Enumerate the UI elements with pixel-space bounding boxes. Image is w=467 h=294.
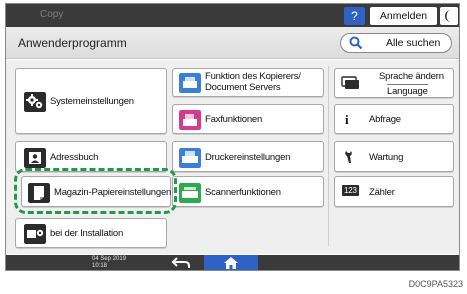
- time-text: 10:18: [92, 263, 108, 269]
- moon-icon: [445, 10, 451, 22]
- printer-icon: [179, 148, 201, 168]
- copier-features-label-line1: Funktion des Kopierers/: [205, 71, 301, 82]
- scanner-icon: [179, 183, 201, 203]
- language-icon: [341, 76, 359, 89]
- copier-features-button[interactable]: Funktion des Kopierers/ Document Servers: [172, 68, 324, 97]
- column-divider: [328, 66, 329, 246]
- tray-paper-settings-button[interactable]: Magazin-Papiereinstellungen: [21, 176, 171, 207]
- tray-paper-settings-label: Magazin-Papiereinstellungen: [54, 187, 172, 198]
- back-arrow-icon: [171, 257, 190, 268]
- paper-tray-icon: [28, 183, 50, 203]
- scanner-features-button[interactable]: Scannerfunktionen: [172, 176, 324, 207]
- app-header: Anwenderprogramm Alle suchen: [6, 27, 459, 59]
- date-text: 04 Sep 2019: [92, 256, 127, 262]
- search-icon: [349, 36, 363, 50]
- language-label-line2: Language: [387, 84, 428, 97]
- main-menu-area: Systemeinstellungen Adressbuch Magazin-P…: [6, 60, 459, 254]
- help-button[interactable]: ?: [344, 7, 365, 25]
- inquiry-label: Abfrage: [369, 114, 401, 125]
- page-title: Anwenderprogramm: [18, 36, 127, 50]
- printer-settings-button[interactable]: Druckereinstellungen: [172, 141, 324, 172]
- date-time-display: 04 Sep 2019 10:18: [92, 256, 126, 270]
- maintenance-button[interactable]: Wartung: [334, 141, 454, 172]
- counter-icon: 123: [342, 185, 359, 196]
- bottom-status-bar: 04 Sep 2019 10:18: [6, 255, 459, 270]
- energy-saver-button[interactable]: [440, 7, 458, 25]
- address-book-icon: [24, 148, 46, 168]
- back-button[interactable]: [170, 256, 192, 270]
- fax-icon: [179, 110, 201, 130]
- inquiry-button[interactable]: i Abfrage: [334, 104, 454, 134]
- home-icon: [224, 257, 238, 269]
- search-all-button[interactable]: Alle suchen: [340, 33, 452, 53]
- mode-label: Copy: [40, 9, 64, 20]
- fax-features-button[interactable]: Faxfunktionen: [172, 104, 324, 134]
- counter-label: Zähler: [369, 187, 395, 198]
- top-status-bar: Copy ? Anmelden: [6, 4, 459, 27]
- counter-button[interactable]: 123 Zähler: [334, 176, 454, 207]
- system-settings-label: Systemeinstellungen: [50, 96, 134, 107]
- system-settings-button[interactable]: Systemeinstellungen: [15, 68, 167, 134]
- wrench-icon: [345, 151, 352, 163]
- maintenance-label: Wartung: [369, 152, 404, 163]
- search-all-label: Alle suchen: [386, 37, 441, 49]
- fax-features-label: Faxfunktionen: [205, 114, 263, 125]
- copier-icon: [179, 73, 201, 93]
- address-book-label: Adressbuch: [50, 152, 99, 163]
- info-icon: i: [345, 112, 349, 127]
- address-book-button[interactable]: Adressbuch: [15, 141, 167, 172]
- copier-features-label-line2: Document Servers: [205, 82, 281, 93]
- login-button[interactable]: Anmelden: [370, 7, 437, 25]
- gears-icon: [24, 92, 46, 112]
- installation-icon: [24, 224, 46, 244]
- installation-label: bei der Installation: [50, 228, 124, 239]
- installation-button[interactable]: bei der Installation: [15, 218, 167, 248]
- device-screen: Copy ? Anmelden Anwenderprogramm Alle su…: [5, 3, 460, 271]
- home-button[interactable]: [204, 255, 258, 270]
- language-label-line1: Sprache ändern: [379, 71, 444, 82]
- figure-code: D0C9PA5323: [408, 279, 463, 289]
- language-button[interactable]: Sprache ändern Language: [334, 68, 454, 98]
- printer-settings-label: Druckereinstellungen: [205, 152, 291, 163]
- scanner-features-label: Scannerfunktionen: [205, 187, 281, 198]
